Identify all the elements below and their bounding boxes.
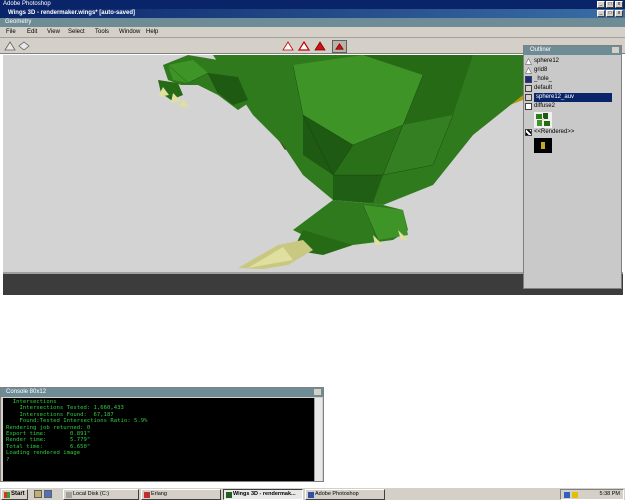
maximize-button[interactable]: □	[606, 1, 614, 8]
erlang-icon	[144, 492, 150, 498]
menubar: File Edit View Select Tools Window Help	[0, 27, 625, 38]
light-icon	[525, 67, 532, 74]
task-photoshop[interactable]: Adobe Photoshop	[305, 489, 385, 500]
console-close-button[interactable]	[314, 389, 321, 395]
windows-logo-icon	[4, 492, 10, 498]
wings-icon	[226, 492, 232, 498]
image-icon	[525, 129, 532, 136]
outliner-title: Outliner	[530, 47, 552, 53]
network-icon[interactable]	[564, 492, 570, 498]
outliner-item-sphere12[interactable]: sphere12	[525, 57, 621, 66]
photoshop-icon	[308, 492, 314, 498]
task-erlang[interactable]: Erlang	[141, 489, 221, 500]
quicklaunch-desktop-icon[interactable]	[34, 490, 42, 498]
geometry-titlebar: Geometry	[0, 18, 625, 27]
menu-select[interactable]: Select	[68, 28, 85, 37]
wings-minimize-button[interactable]: _	[597, 10, 605, 17]
light-icon	[525, 58, 532, 65]
menu-help[interactable]: Help	[146, 28, 158, 37]
clock[interactable]: 5:38 PM	[600, 490, 620, 499]
menu-edit[interactable]: Edit	[27, 28, 37, 37]
drive-icon	[66, 492, 72, 498]
edge-mode-icon[interactable]	[298, 40, 310, 52]
console-scrollbar[interactable]	[314, 398, 322, 481]
face-mode-icon[interactable]	[314, 40, 326, 52]
console-title: Console 80x12	[6, 389, 47, 395]
console-output[interactable]: Intersections Intersections Tested: 1,66…	[3, 398, 315, 481]
vertex-mode-icon[interactable]	[282, 40, 294, 52]
material-icon	[525, 85, 532, 92]
outliner-close-button[interactable]	[612, 47, 619, 53]
console-window: Console 80x12 Intersections Intersection…	[0, 387, 324, 482]
close-button[interactable]: x	[615, 1, 623, 8]
system-tray: 5:38 PM	[560, 489, 624, 500]
minimize-button[interactable]: _	[597, 1, 605, 8]
outliner-item-sphere12-auv[interactable]: sphere12_auv	[525, 93, 621, 102]
image-icon	[525, 103, 532, 110]
menu-view[interactable]: View	[47, 28, 60, 37]
console-line: ?	[6, 456, 10, 463]
outliner-item-grid8[interactable]: grid8	[525, 66, 621, 75]
camera-left-icon[interactable]	[4, 40, 16, 52]
console-titlebar: Console 80x12	[1, 388, 323, 397]
wings-title: Wings 3D - rendermaker.wings* [auto-save…	[8, 10, 135, 16]
3d-viewport[interactable]	[3, 55, 523, 272]
menu-tools[interactable]: Tools	[95, 28, 109, 37]
wings-close-button[interactable]: x	[615, 10, 623, 17]
body-mode-icon[interactable]	[332, 40, 347, 53]
material-icon	[525, 94, 532, 101]
dragon-model	[158, 55, 523, 269]
wings-maximize-button[interactable]: □	[606, 10, 614, 17]
outliner-item-default[interactable]: default	[525, 84, 621, 93]
quicklaunch-browser-icon[interactable]	[44, 490, 52, 498]
material-icon	[525, 76, 532, 83]
task-local-disk[interactable]: Local Disk (C:)	[63, 489, 139, 500]
menu-window[interactable]: Window	[119, 28, 140, 37]
task-wings3d[interactable]: Wings 3D - rendermak...	[223, 489, 303, 500]
start-button[interactable]: Start	[1, 489, 28, 500]
taskbar: Start Local Disk (C:) Erlang Wings 3D - …	[0, 487, 625, 500]
rendered-thumbnail	[534, 138, 552, 153]
diffuse-thumbnail	[534, 112, 552, 128]
outliner-item-rendered[interactable]: <<Rendered>>	[525, 128, 621, 137]
camera-right-icon[interactable]	[18, 40, 30, 52]
photoshop-title: Adobe Photoshop	[3, 1, 51, 7]
menu-file[interactable]: File	[6, 28, 16, 37]
outliner-item-diffuse2[interactable]: diffuse2	[525, 102, 621, 111]
wings-titlebar: Wings 3D - rendermaker.wings* [auto-save…	[0, 9, 625, 18]
photoshop-titlebar: Adobe Photoshop _ □ x	[0, 0, 625, 9]
outliner-titlebar: Outliner	[524, 46, 621, 55]
outliner-item-hole[interactable]: _hole_	[525, 75, 621, 84]
geometry-title: Geometry	[5, 19, 32, 25]
outliner-window: Outliner sphere12 grid8 _hole_ default s…	[523, 45, 622, 289]
volume-icon[interactable]	[572, 492, 578, 498]
